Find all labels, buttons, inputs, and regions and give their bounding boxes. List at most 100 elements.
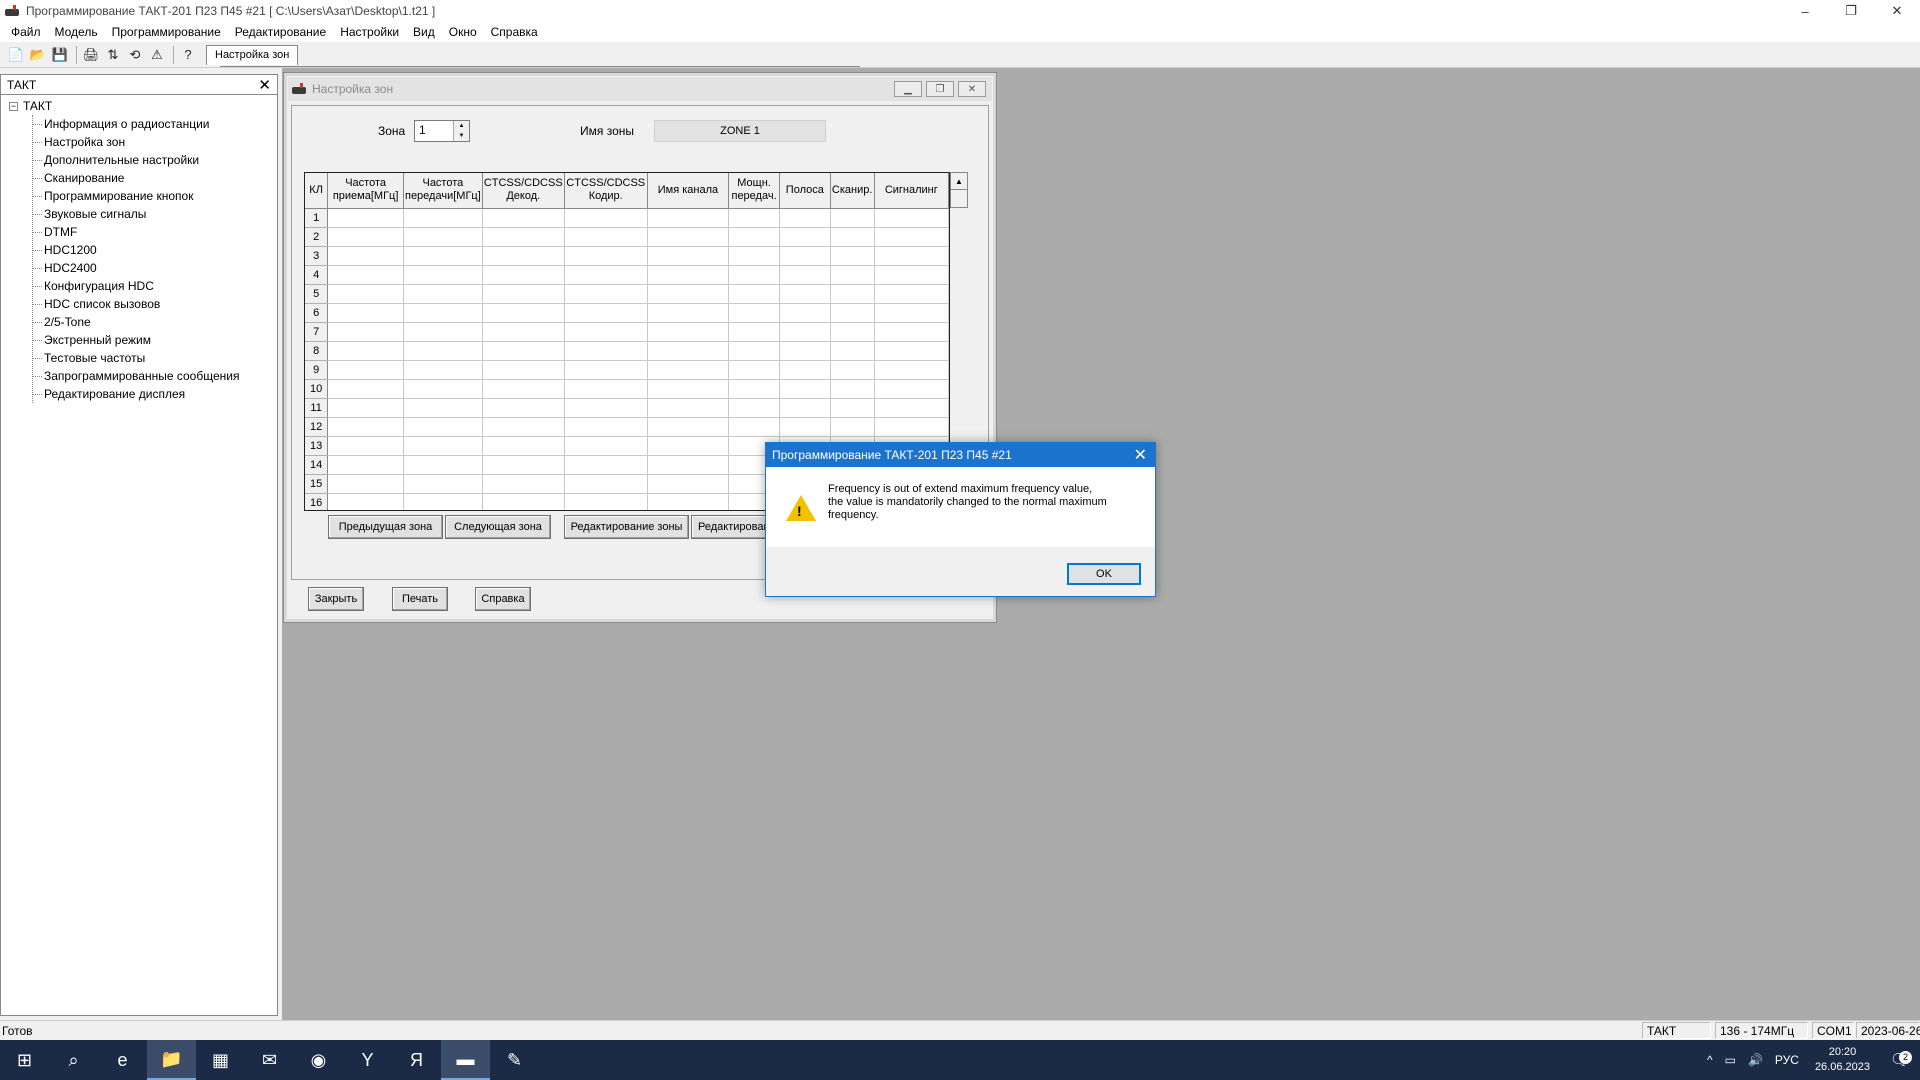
grid-cell[interactable] (647, 303, 730, 323)
grid-cell[interactable] (327, 208, 404, 228)
close-icon[interactable]: ✕ (258, 76, 271, 94)
tree-item-hdc2400[interactable]: HDC2400 (33, 259, 277, 277)
grid-cell[interactable] (647, 265, 730, 285)
grid-cell[interactable] (728, 246, 781, 266)
grid-cell[interactable] (403, 417, 483, 437)
grid-cell[interactable] (482, 303, 565, 323)
row-number[interactable]: 12 (305, 417, 329, 437)
row-number[interactable]: 2 (305, 227, 329, 247)
grid-cell[interactable] (482, 360, 565, 380)
grid-cell[interactable] (403, 436, 483, 456)
grid-cell[interactable] (403, 284, 483, 304)
grid-cell[interactable] (779, 227, 831, 247)
grid-cell[interactable] (564, 379, 648, 399)
grid-cell[interactable] (647, 322, 730, 342)
grid-cell[interactable] (564, 284, 648, 304)
yandex-browser-icon[interactable]: Y (343, 1040, 392, 1080)
grid-cell[interactable] (482, 227, 565, 247)
grid-cell[interactable] (482, 322, 565, 342)
grid-cell[interactable] (830, 417, 875, 437)
grid-cell[interactable] (874, 341, 949, 361)
network-icon[interactable]: ▭ (1719, 1053, 1742, 1067)
tree-item-button-programming[interactable]: Программирование кнопок (33, 187, 277, 205)
grid-cell[interactable] (830, 379, 875, 399)
grid-cell[interactable] (482, 246, 565, 266)
grid-cell[interactable] (482, 341, 565, 361)
grid-cell[interactable] (564, 322, 648, 342)
grid-cell[interactable] (403, 246, 483, 266)
grid-cell[interactable] (779, 417, 831, 437)
spin-down-icon[interactable]: ▼ (454, 131, 469, 141)
zone-name-field[interactable]: ZONE 1 (654, 120, 826, 142)
tree-item-preset-messages[interactable]: Запрограммированные сообщения (33, 367, 277, 385)
grid-cell[interactable] (327, 341, 404, 361)
column-header[interactable]: Мощн. передач. (728, 173, 781, 209)
grid-cell[interactable] (564, 227, 648, 247)
grid-cell[interactable] (403, 265, 483, 285)
grid-cell[interactable] (647, 227, 730, 247)
grid-cell[interactable] (728, 322, 781, 342)
grid-cell[interactable] (327, 246, 404, 266)
grid-cell[interactable] (647, 360, 730, 380)
collapse-icon[interactable]: − (9, 101, 18, 111)
tree-item-display-edit[interactable]: Редактирование дисплея (33, 385, 277, 403)
grid-cell[interactable] (564, 360, 648, 380)
grid-cell[interactable] (403, 455, 483, 475)
grid-cell[interactable] (647, 379, 730, 399)
child-close-button[interactable]: ✕ (958, 81, 986, 97)
grid-cell[interactable] (564, 455, 648, 475)
grid-cell[interactable] (564, 208, 648, 228)
row-number[interactable]: 6 (305, 303, 329, 323)
grid-cell[interactable] (728, 398, 781, 418)
grid-cell[interactable] (482, 284, 565, 304)
grid-cell[interactable] (403, 341, 483, 361)
grid-cell[interactable] (403, 398, 483, 418)
column-header[interactable]: CTCSS/CDCSS Кодир. (564, 173, 648, 209)
read-radio-icon[interactable]: ⇅ (103, 45, 123, 65)
grid-cell[interactable] (327, 360, 404, 380)
column-header[interactable]: КЛ (305, 173, 329, 209)
open-folder-icon[interactable]: 📂 (28, 45, 48, 65)
grid-cell[interactable] (564, 341, 648, 361)
next-zone-button[interactable]: Следующая зона (445, 515, 551, 539)
tree-root[interactable]: − ТАКТ (1, 97, 277, 115)
new-file-icon[interactable]: 📄 (6, 45, 26, 65)
grid-cell[interactable] (482, 379, 565, 399)
child-minimize-button[interactable]: ▁ (894, 81, 922, 97)
edge-icon[interactable]: e (98, 1040, 147, 1080)
mail-icon[interactable]: ✉ (245, 1040, 294, 1080)
grid-cell[interactable] (779, 208, 831, 228)
tab-zone-settings[interactable]: Настройка зон (206, 44, 299, 65)
tree-item-hdc1200[interactable]: HDC1200 (33, 241, 277, 259)
column-header[interactable]: CTCSS/CDCSS Декод. (482, 173, 565, 209)
menu-help[interactable]: Справка (484, 25, 545, 39)
grid-cell[interactable] (327, 398, 404, 418)
grid-cell[interactable] (830, 227, 875, 247)
ok-button[interactable]: OK (1067, 563, 1141, 585)
grid-cell[interactable] (874, 417, 949, 437)
menu-window[interactable]: Окно (442, 25, 484, 39)
print-icon[interactable]: 🖨 (81, 45, 101, 65)
grid-cell[interactable] (482, 265, 565, 285)
clock[interactable]: 20:20 26.06.2023 (1805, 1045, 1880, 1075)
row-number[interactable]: 10 (305, 379, 329, 399)
grid-cell[interactable] (564, 436, 648, 456)
grid-cell[interactable] (830, 341, 875, 361)
row-number[interactable]: 16 (305, 493, 329, 510)
restore-button[interactable]: ❐ (1828, 0, 1874, 22)
menu-file[interactable]: Файл (4, 25, 48, 39)
explorer-icon[interactable]: 📁 (147, 1040, 196, 1080)
grid-cell[interactable] (830, 208, 875, 228)
grid-cell[interactable] (874, 227, 949, 247)
tree-item-zone-settings[interactable]: Настройка зон (33, 133, 277, 151)
grid-cell[interactable] (830, 322, 875, 342)
grid-cell[interactable] (874, 246, 949, 266)
grid-cell[interactable] (779, 360, 831, 380)
row-number[interactable]: 13 (305, 436, 329, 456)
grid-cell[interactable] (482, 474, 565, 494)
takt-app-icon[interactable]: ▬ (441, 1040, 490, 1080)
grid-cell[interactable] (874, 398, 949, 418)
row-number[interactable]: 1 (305, 208, 329, 228)
grid-cell[interactable] (327, 227, 404, 247)
grid-cell[interactable] (779, 398, 831, 418)
